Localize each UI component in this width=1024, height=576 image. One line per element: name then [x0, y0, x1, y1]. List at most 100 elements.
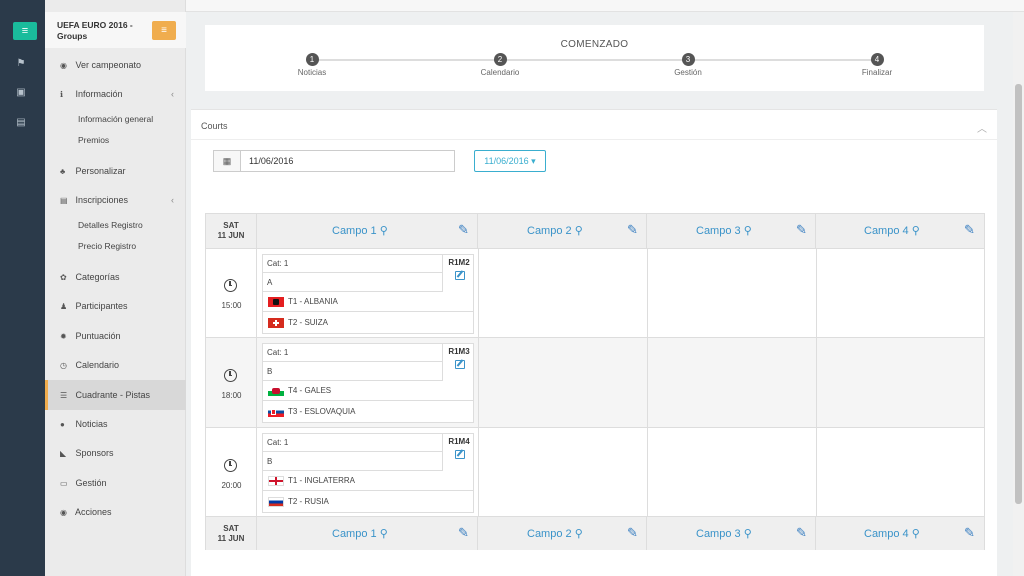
sidebar-item-cuadrante-pistas[interactable]: ☰ Cuadrante - Pistas	[45, 380, 186, 410]
court-link[interactable]: Campo 2 ⚲	[527, 224, 583, 237]
date-dropdown-button[interactable]: 11/06/2016 ▾	[474, 150, 546, 172]
map-marker-icon: ⚲	[379, 225, 388, 237]
pencil-icon[interactable]: ✎	[964, 223, 978, 237]
court-header-3: Campo 3 ⚲ ✎	[647, 214, 816, 248]
albania-flag-icon	[268, 296, 284, 307]
court-link[interactable]: Campo 4 ⚲	[864, 527, 920, 540]
edit-icon[interactable]	[455, 360, 465, 369]
court-link[interactable]: Campo 4 ⚲	[864, 224, 920, 237]
scrollbar[interactable]	[1013, 12, 1024, 576]
map-marker-icon: ⚲	[743, 225, 752, 237]
pencil-icon[interactable]: ✎	[964, 526, 978, 540]
match-card[interactable]: Cat: 1 B R1M4 T1 - INGLATERRA T2 - RUSIA	[262, 433, 474, 513]
russia-flag-icon	[268, 496, 284, 507]
comment-icon: ●	[60, 420, 65, 429]
date-field[interactable]: 11/06/2016	[249, 151, 293, 171]
briefcase-icon[interactable]: ▣	[14, 87, 28, 99]
court-header-4: Campo 4 ⚲ ✎	[816, 214, 984, 248]
sidebar-item-acciones[interactable]: ◉ Acciones	[45, 497, 186, 527]
panel-title: Courts	[201, 121, 228, 131]
bullhorn-icon: ◣	[60, 449, 67, 458]
wales-flag-icon	[268, 385, 284, 396]
wizard-step-calendario[interactable]: 2 Calendario	[460, 53, 540, 77]
sidebar-item-personalizar[interactable]: ♣ Personalizar	[45, 156, 186, 186]
pencil-icon[interactable]: ✎	[627, 223, 641, 237]
chevron-up-icon[interactable]: ︿	[977, 120, 987, 135]
sidebar-subitem-precio-registro[interactable]: Precio Registro	[78, 239, 136, 253]
menu-toggle-icon[interactable]: ≡	[13, 22, 37, 40]
sidebar-item-calendario[interactable]: ◷ Calendario	[45, 350, 186, 380]
team-row: T1 - INGLATERRA	[263, 471, 473, 491]
edit-icon[interactable]	[455, 450, 465, 459]
slovakia-flag-icon	[268, 406, 284, 417]
list-alt-icon: ▤	[60, 196, 68, 205]
info-icon: ℹ	[60, 90, 64, 99]
court-footer-4: Campo 4 ⚲ ✎	[816, 516, 984, 550]
court-link[interactable]: Campo 2 ⚲	[527, 527, 583, 540]
court-header-2: Campo 2 ⚲ ✎	[478, 214, 647, 248]
court-link[interactable]: Campo 3 ⚲	[696, 527, 752, 540]
court-link[interactable]: Campo 1 ⚲	[332, 224, 388, 237]
map-marker-icon: ⚲	[743, 528, 752, 540]
calendar-icon[interactable]: ▦	[214, 151, 241, 171]
pencil-icon[interactable]: ✎	[458, 526, 472, 540]
sidebar-menu-button[interactable]: ≡	[152, 21, 176, 40]
match-card[interactable]: Cat: 1 B R1M3 T4 - GALES T3 - ESLOVAQUIA	[262, 343, 474, 423]
sidebar-item-sponsors[interactable]: ◣ Sponsors	[45, 438, 186, 468]
clock-icon: ◷	[60, 361, 67, 370]
sidebar-item-informacion[interactable]: ℹ Información ‹	[45, 79, 186, 109]
wizard-line	[312, 59, 877, 61]
scrollbar-thumb[interactable]	[1015, 84, 1022, 504]
sidebar-header: UEFA EURO 2016 - Groups ≡	[45, 12, 186, 48]
match-card[interactable]: Cat: 1 A R1M2 T1 - ALBANIA T2 - SUIZA	[262, 254, 474, 334]
edit-icon[interactable]	[455, 271, 465, 280]
wizard-step-noticias[interactable]: 1 Noticias	[272, 53, 352, 77]
pencil-icon[interactable]: ✎	[796, 223, 810, 237]
match-code: R1M4	[448, 437, 470, 446]
desktop-icon: ▭	[60, 479, 68, 488]
wizard-step-finalizar[interactable]: 4 Finalizar	[837, 53, 917, 77]
time-cell: 15:00	[206, 249, 257, 337]
court-link[interactable]: Campo 1 ⚲	[332, 527, 388, 540]
pencil-icon[interactable]: ✎	[458, 223, 472, 237]
certificate-icon: ✹	[60, 332, 67, 341]
sidebar-item-categorias[interactable]: ✿ Categorías	[45, 262, 186, 292]
england-flag-icon	[268, 475, 284, 486]
divider	[191, 139, 997, 140]
chevron-left-icon: ‹	[171, 89, 174, 99]
wizard-step-gestion[interactable]: 3 Gestión	[648, 53, 728, 77]
wizard-status: COMENZADO	[560, 39, 629, 50]
id-card-icon[interactable]: ▤	[14, 117, 28, 129]
sidebar-item-puntuacion[interactable]: ✹ Puntuación	[45, 321, 186, 351]
championship-title: UEFA EURO 2016 - Groups	[57, 20, 133, 41]
map-marker-icon: ⚲	[574, 225, 583, 237]
sidebar-item-noticias[interactable]: ● Noticias	[45, 409, 186, 439]
map-marker-icon: ⚲	[379, 528, 388, 540]
day-header: SAT 11 JUN	[206, 214, 257, 248]
sidebar-item-participantes[interactable]: ♟ Participantes	[45, 291, 186, 321]
pencil-icon[interactable]: ✎	[627, 526, 641, 540]
map-marker-icon: ⚲	[911, 528, 920, 540]
map-marker-icon: ⚲	[574, 528, 583, 540]
time-slot-row: 15:00 Cat: 1 A R1M2 T1 - ALBANIA T2 - SU…	[206, 248, 984, 337]
sidebar-item-inscripciones[interactable]: ▤ Inscripciones ‹	[45, 185, 186, 215]
clock-icon	[224, 459, 237, 472]
sidebar-subitem-informacion-general[interactable]: Información general	[78, 112, 153, 126]
chevron-left-icon: ‹	[171, 195, 174, 205]
day-footer: SAT 11 JUN	[206, 516, 257, 550]
progress-wizard: COMENZADO 1 Noticias 2 Calendario 3 Gest…	[205, 25, 984, 91]
sidebar-subitem-detalles-registro[interactable]: Detalles Registro	[78, 218, 143, 232]
sidebar-item-ver-campeonato[interactable]: ◉ Ver campeonato	[45, 50, 186, 80]
sitemap-icon: ♣	[60, 167, 66, 176]
sidebar-item-gestion[interactable]: ▭ Gestión	[45, 468, 186, 498]
team-row: T4 - GALES	[263, 381, 473, 401]
date-input-group[interactable]: ▦ 11/06/2016	[213, 150, 455, 172]
sidebar: UEFA EURO 2016 - Groups ≡ ◉ Ver campeona…	[45, 0, 186, 576]
sidebar-subitem-premios[interactable]: Premios	[78, 133, 109, 147]
pencil-icon[interactable]: ✎	[796, 526, 810, 540]
clock-icon	[224, 369, 237, 382]
cog-icon: ✿	[60, 273, 67, 282]
court-link[interactable]: Campo 3 ⚲	[696, 224, 752, 237]
clock-icon	[224, 279, 237, 292]
flag-icon[interactable]: ⚑	[14, 58, 28, 70]
